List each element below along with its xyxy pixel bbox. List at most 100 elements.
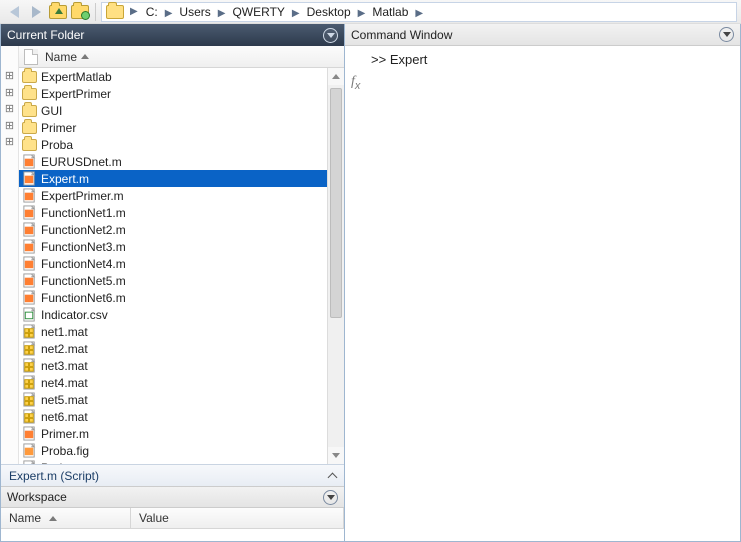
triangle-down-icon (327, 33, 335, 38)
expand-button[interactable]: ⊞ (1, 67, 18, 84)
breadcrumb-segment[interactable]: Desktop (303, 5, 355, 19)
toolbar-separator (95, 3, 96, 21)
m-file-icon (22, 273, 37, 288)
scroll-down-button[interactable] (328, 447, 344, 464)
name-column-header[interactable]: Name (43, 50, 77, 64)
folder-row[interactable]: ExpertMatlab (19, 68, 344, 85)
chevron-right-icon[interactable]: ▶ (355, 8, 369, 19)
expand-button[interactable]: ⊞ (1, 100, 18, 117)
chevron-right-icon[interactable]: ▶ (412, 8, 426, 19)
vertical-scrollbar[interactable] (327, 68, 344, 464)
workspace-body: Name Value (1, 508, 344, 541)
file-row[interactable]: Proba.fig (19, 442, 344, 459)
command-window-titlebar[interactable]: Command Window (345, 24, 740, 46)
file-list-header[interactable]: Name (19, 46, 344, 68)
file-details-strip[interactable]: Expert.m (Script) (1, 464, 344, 486)
item-label: Primer.m (41, 427, 89, 441)
workspace-value-column[interactable]: Value (131, 508, 344, 528)
breadcrumb-segment[interactable]: C: (142, 5, 162, 19)
command-window-body[interactable]: >> Expert fx (345, 46, 740, 541)
scrollbar-thumb[interactable] (330, 88, 342, 318)
workspace-name-column[interactable]: Name (1, 508, 131, 528)
item-label: Proba.m (41, 461, 86, 465)
folder-row[interactable]: Proba (19, 136, 344, 153)
folder-icon (106, 5, 124, 19)
fx-icon[interactable]: fx (351, 74, 360, 92)
address-toolbar: ▶ C:▶Users▶QWERTY▶Desktop▶Matlab▶ (0, 0, 741, 24)
file-row[interactable]: Proba.m (19, 459, 344, 464)
m-file-icon (22, 154, 37, 169)
expand-button[interactable]: ⊞ (1, 84, 18, 101)
current-folder-titlebar[interactable]: Current Folder (1, 24, 344, 46)
m-file-icon (22, 460, 37, 464)
file-row[interactable]: net6.mat (19, 408, 344, 425)
folder-row[interactable]: ExpertPrimer (19, 85, 344, 102)
chevron-right-icon[interactable]: ▶ (289, 8, 303, 19)
left-column: Current Folder ⊞⊞⊞⊞⊞ Name ExpertMatlabEx… (0, 24, 345, 542)
command-input-text[interactable]: Expert (390, 52, 428, 67)
file-row[interactable]: FunctionNet2.m (19, 221, 344, 238)
m-file-icon (22, 171, 37, 186)
folder-icon (22, 139, 37, 151)
folder-up-icon (49, 5, 67, 19)
item-label: FunctionNet5.m (41, 274, 126, 288)
file-row[interactable]: net1.mat (19, 323, 344, 340)
folder-row[interactable]: Primer (19, 119, 344, 136)
breadcrumb-segment[interactable]: Matlab (368, 5, 412, 19)
folder-row[interactable]: GUI (19, 102, 344, 119)
file-row[interactable]: net5.mat (19, 391, 344, 408)
item-label: net6.mat (41, 410, 88, 424)
browse-folder-button[interactable] (70, 2, 90, 22)
file-row[interactable]: FunctionNet4.m (19, 255, 344, 272)
chevron-right-icon[interactable]: ▶ (215, 8, 229, 19)
sort-ascending-icon (49, 516, 57, 521)
right-column: Command Window >> Expert fx (345, 24, 741, 542)
mat-file-icon (22, 375, 37, 390)
workspace-titlebar[interactable]: Workspace (1, 486, 344, 508)
chevron-right-icon[interactable]: ▶ (127, 6, 141, 17)
scroll-up-button[interactable] (328, 68, 344, 85)
arrow-right-icon (32, 6, 41, 18)
item-label: GUI (41, 104, 62, 118)
chevron-right-icon[interactable]: ▶ (162, 8, 176, 19)
mat-file-icon (22, 341, 37, 356)
file-row[interactable]: Indicator.csv (19, 306, 344, 323)
folder-icon (22, 122, 37, 134)
breadcrumb-segment[interactable]: Users (175, 5, 214, 19)
m-file-icon (22, 222, 37, 237)
file-row[interactable]: FunctionNet3.m (19, 238, 344, 255)
breadcrumb-segment[interactable]: QWERTY (228, 5, 288, 19)
expand-button[interactable]: ⊞ (1, 134, 18, 151)
file-row[interactable]: net4.mat (19, 374, 344, 391)
workspace-title: Workspace (7, 490, 67, 504)
m-file-icon (22, 205, 37, 220)
chevron-up-icon[interactable] (328, 472, 338, 482)
file-row[interactable]: ExpertPrimer.m (19, 187, 344, 204)
sort-ascending-icon (81, 54, 89, 59)
folder-up-button[interactable] (48, 2, 68, 22)
folder-icon (22, 71, 37, 83)
item-label: FunctionNet3.m (41, 240, 126, 254)
file-row[interactable]: FunctionNet6.m (19, 289, 344, 306)
file-row[interactable]: Primer.m (19, 425, 344, 442)
panel-menu-button[interactable] (719, 27, 734, 42)
file-row[interactable]: FunctionNet1.m (19, 204, 344, 221)
file-row[interactable]: EURUSDnet.m (19, 153, 344, 170)
mat-file-icon (22, 409, 37, 424)
item-label: FunctionNet2.m (41, 223, 126, 237)
file-row[interactable]: net2.mat (19, 340, 344, 357)
breadcrumb-bar[interactable]: ▶ C:▶Users▶QWERTY▶Desktop▶Matlab▶ (101, 2, 737, 22)
m-file-icon (22, 426, 37, 441)
command-window-title: Command Window (351, 28, 452, 42)
nav-back-button[interactable] (4, 2, 24, 22)
file-row[interactable]: Expert.m (19, 170, 344, 187)
file-row[interactable]: FunctionNet5.m (19, 272, 344, 289)
expand-button[interactable]: ⊞ (1, 117, 18, 134)
file-row[interactable]: net3.mat (19, 357, 344, 374)
nav-forward-button[interactable] (26, 2, 46, 22)
mat-file-icon (22, 358, 37, 373)
panel-menu-button[interactable] (323, 490, 338, 505)
panel-menu-button[interactable] (323, 28, 338, 43)
m-file-icon (22, 239, 37, 254)
item-label: FunctionNet1.m (41, 206, 126, 220)
